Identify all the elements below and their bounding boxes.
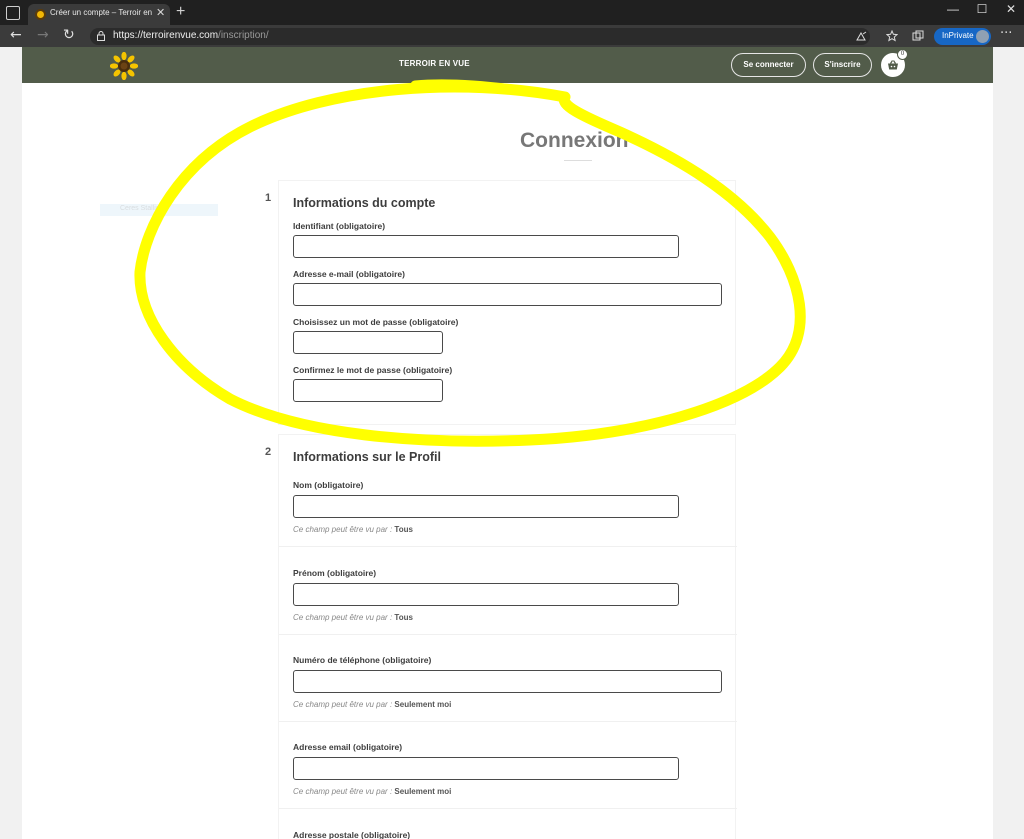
collections-icon[interactable] <box>912 30 924 42</box>
more-icon[interactable]: ··· <box>1000 26 1012 41</box>
step-number-2: 2 <box>265 446 272 458</box>
inprivate-label: InPrivate <box>942 31 974 40</box>
phone-label: Numéro de téléphone (obligatoire) <box>293 655 432 665</box>
site-header: TERROIR EN VUE Se connecter S'inscrire 0 <box>22 47 993 83</box>
first-name-input[interactable] <box>293 583 679 606</box>
browser-toolbar: ← → ↻ https://terroirenvue.com/inscripti… <box>0 25 1024 47</box>
back-button[interactable]: ← <box>10 27 22 43</box>
profile-email-label: Adresse email (obligatoire) <box>293 742 403 752</box>
favicon-sunflower-icon <box>35 9 46 20</box>
tab-title: Créer un compte – Terroir en Vue <box>50 8 154 17</box>
visibility-value[interactable]: Tous <box>394 525 413 534</box>
login-button[interactable]: Se connecter <box>731 53 806 77</box>
site-brand[interactable]: TERROIR EN VUE <box>399 59 470 68</box>
profile-email-visibility-note: Ce champ peut être vu par : Seulement mo… <box>293 787 451 796</box>
visibility-value[interactable]: Seulement moi <box>394 787 451 796</box>
password-input[interactable] <box>293 331 443 354</box>
sunflower-logo-icon[interactable] <box>110 52 138 80</box>
email-label: Adresse e-mail (obligatoire) <box>293 269 405 279</box>
phone-input[interactable] <box>293 670 722 693</box>
faint-widget-label: Ceres Stallion <box>120 205 164 212</box>
minimize-button[interactable]: — <box>938 2 968 18</box>
last-name-visibility-note: Ce champ peut être vu par : Tous <box>293 525 413 534</box>
browser-tab-active[interactable]: Créer un compte – Terroir en Vue ✕ <box>28 4 170 25</box>
address-bar[interactable]: https://terroirenvue.com/inscription/ <box>90 28 870 45</box>
new-tab-button[interactable]: + <box>176 3 185 21</box>
profile-info-title: Informations sur le Profil <box>293 450 441 464</box>
url-host: https://terroirenvue.com <box>113 30 219 41</box>
visibility-value[interactable]: Seulement moi <box>394 700 451 709</box>
faint-widget: Ceres Stallion <box>100 204 218 216</box>
account-info-title: Informations du compte <box>293 196 436 210</box>
page-gutter-left <box>0 47 22 839</box>
field-separator <box>279 721 737 722</box>
confirm-password-label: Confirmez le mot de passe (obligatoire) <box>293 365 453 375</box>
visibility-prefix: Ce champ peut être vu par : <box>293 700 393 709</box>
page-viewport: TERROIR EN VUE Se connecter S'inscrire 0… <box>0 47 1024 839</box>
password-label: Choisissez un mot de passe (obligatoire) <box>293 317 459 327</box>
username-input[interactable] <box>293 235 679 258</box>
browser-titlebar: Créer un compte – Terroir en Vue ✕ + — ☐… <box>0 0 1024 25</box>
last-name-input[interactable] <box>293 495 679 518</box>
page-gutter-right <box>993 47 1024 839</box>
tab-close-icon[interactable]: ✕ <box>156 6 165 19</box>
cart-count-badge: 0 <box>897 49 908 60</box>
postal-address-label: Adresse postale (obligatoire) <box>293 830 411 839</box>
lock-icon[interactable] <box>97 31 105 41</box>
phone-visibility-note: Ce champ peut être vu par : Seulement mo… <box>293 700 451 709</box>
first-name-visibility-note: Ce champ peut être vu par : Tous <box>293 613 413 622</box>
read-aloud-icon[interactable] <box>856 31 867 42</box>
page-title: Connexion <box>520 129 629 152</box>
visibility-prefix: Ce champ peut être vu par : <box>293 613 393 622</box>
field-separator <box>279 808 737 809</box>
profile-avatar <box>976 30 989 43</box>
account-info-card: Informations du compte Identifiant (obli… <box>278 180 736 425</box>
maximize-button[interactable]: ☐ <box>967 2 997 18</box>
field-separator <box>279 546 737 547</box>
url-path: /inscription/ <box>218 30 269 41</box>
visibility-prefix: Ce champ peut être vu par : <box>293 787 393 796</box>
signup-button[interactable]: S'inscrire <box>813 53 872 77</box>
title-underline <box>564 160 592 161</box>
favorites-star-icon[interactable] <box>886 30 898 42</box>
username-label: Identifiant (obligatoire) <box>293 221 386 231</box>
profile-email-input[interactable] <box>293 757 679 780</box>
close-window-button[interactable]: ✕ <box>996 2 1024 18</box>
forward-button[interactable]: → <box>37 27 49 43</box>
inprivate-badge[interactable]: InPrivate <box>934 28 991 45</box>
reload-button[interactable]: ↻ <box>63 27 75 43</box>
confirm-password-input[interactable] <box>293 379 443 402</box>
first-name-label: Prénom (obligatoire) <box>293 568 377 578</box>
last-name-label: Nom (obligatoire) <box>293 480 364 490</box>
step-number-1: 1 <box>265 192 272 204</box>
profile-info-card: Informations sur le Profil Nom (obligato… <box>278 434 737 839</box>
visibility-prefix: Ce champ peut être vu par : <box>293 525 393 534</box>
email-input[interactable] <box>293 283 722 306</box>
field-separator <box>279 634 737 635</box>
tab-actions-icon[interactable] <box>6 6 20 20</box>
url-text[interactable]: https://terroirenvue.com/inscription/ <box>113 30 269 41</box>
visibility-value[interactable]: Tous <box>394 613 413 622</box>
basket-icon <box>888 60 898 70</box>
